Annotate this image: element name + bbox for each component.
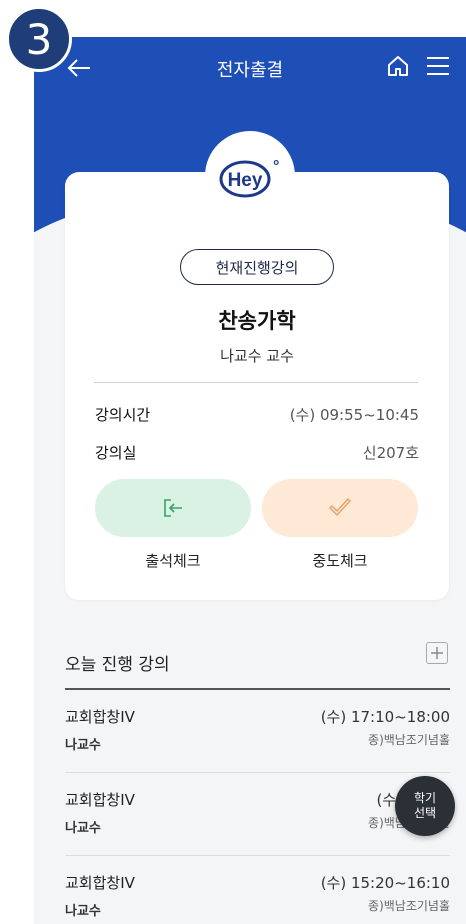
professor-name: 나교수 교수 <box>220 347 294 365</box>
semester-select-line2: 선택 <box>413 806 437 820</box>
top-bar: 전자출결 <box>34 37 466 97</box>
lecture-professor: 나교수 <box>65 904 101 919</box>
semester-select-line1: 학기 <box>413 791 437 805</box>
classroom-label: 강의실 <box>95 444 137 462</box>
lecture-name: 교회합창IV <box>65 791 135 809</box>
lecture-time: (수) 15:20~16:10 <box>320 874 450 892</box>
mid-check-label: 중도체크 <box>312 552 368 570</box>
hey-logo-dot: ° <box>273 158 279 175</box>
list-item[interactable]: 교회합창IV 나교수 (수) 17:10~18:00 종)백남조기념홀 <box>65 690 450 773</box>
step-number-badge: 3 <box>6 6 72 72</box>
list-item[interactable]: 교회합창IV 나교수 (수) 15:20~16:10 종)백남조기념홀 <box>65 856 450 924</box>
lecture-time-value: (수) 09:55~10:45 <box>289 406 419 424</box>
attendance-check-label: 출석체크 <box>145 552 201 570</box>
mid-check-button[interactable] <box>262 479 418 537</box>
lecture-room: 종)백남조기념홀 <box>368 733 450 747</box>
login-arrow-icon <box>164 499 182 517</box>
home-icon[interactable] <box>385 53 411 79</box>
today-lectures-title: 오늘 진행 강의 <box>65 655 170 675</box>
hey-logo-text: Hey <box>228 170 263 191</box>
lecture-name: 교회합창IV <box>65 874 135 892</box>
current-lecture-card: 현재진행강의 찬송가학 나교수 교수 강의시간 (수) 09:55~10:45 … <box>65 172 449 600</box>
lecture-room: 종)백남조기념홀 <box>368 899 450 913</box>
checkmark-icon <box>329 498 351 516</box>
semester-select-button[interactable]: 학기 선택 <box>395 776 455 836</box>
plus-icon[interactable] <box>426 642 448 664</box>
attendance-check-button[interactable] <box>95 479 251 537</box>
classroom-value: 신207호 <box>362 444 419 462</box>
list-item[interactable]: 교회합창IV 나교수 (수) 16:15 종)백남조기념홀 <box>65 773 450 856</box>
lecture-professor: 나교수 <box>65 821 101 836</box>
lecture-name: 교회합창IV <box>65 708 135 726</box>
lecture-time: (수) 17:10~18:00 <box>320 708 450 726</box>
lecture-professor: 나교수 <box>65 738 101 753</box>
current-lecture-pill: 현재진행강의 <box>180 249 334 285</box>
card-divider <box>94 382 418 383</box>
app-screen: 전자출결 Hey ° 현재진행강의 찬송가학 나교수 교수 강의시간 (수) 0… <box>34 37 466 924</box>
hey-logo: Hey ° <box>205 131 295 221</box>
lecture-time-label: 강의시간 <box>95 406 151 424</box>
hamburger-menu-icon[interactable] <box>424 54 452 78</box>
course-name: 찬송가학 <box>218 309 296 333</box>
